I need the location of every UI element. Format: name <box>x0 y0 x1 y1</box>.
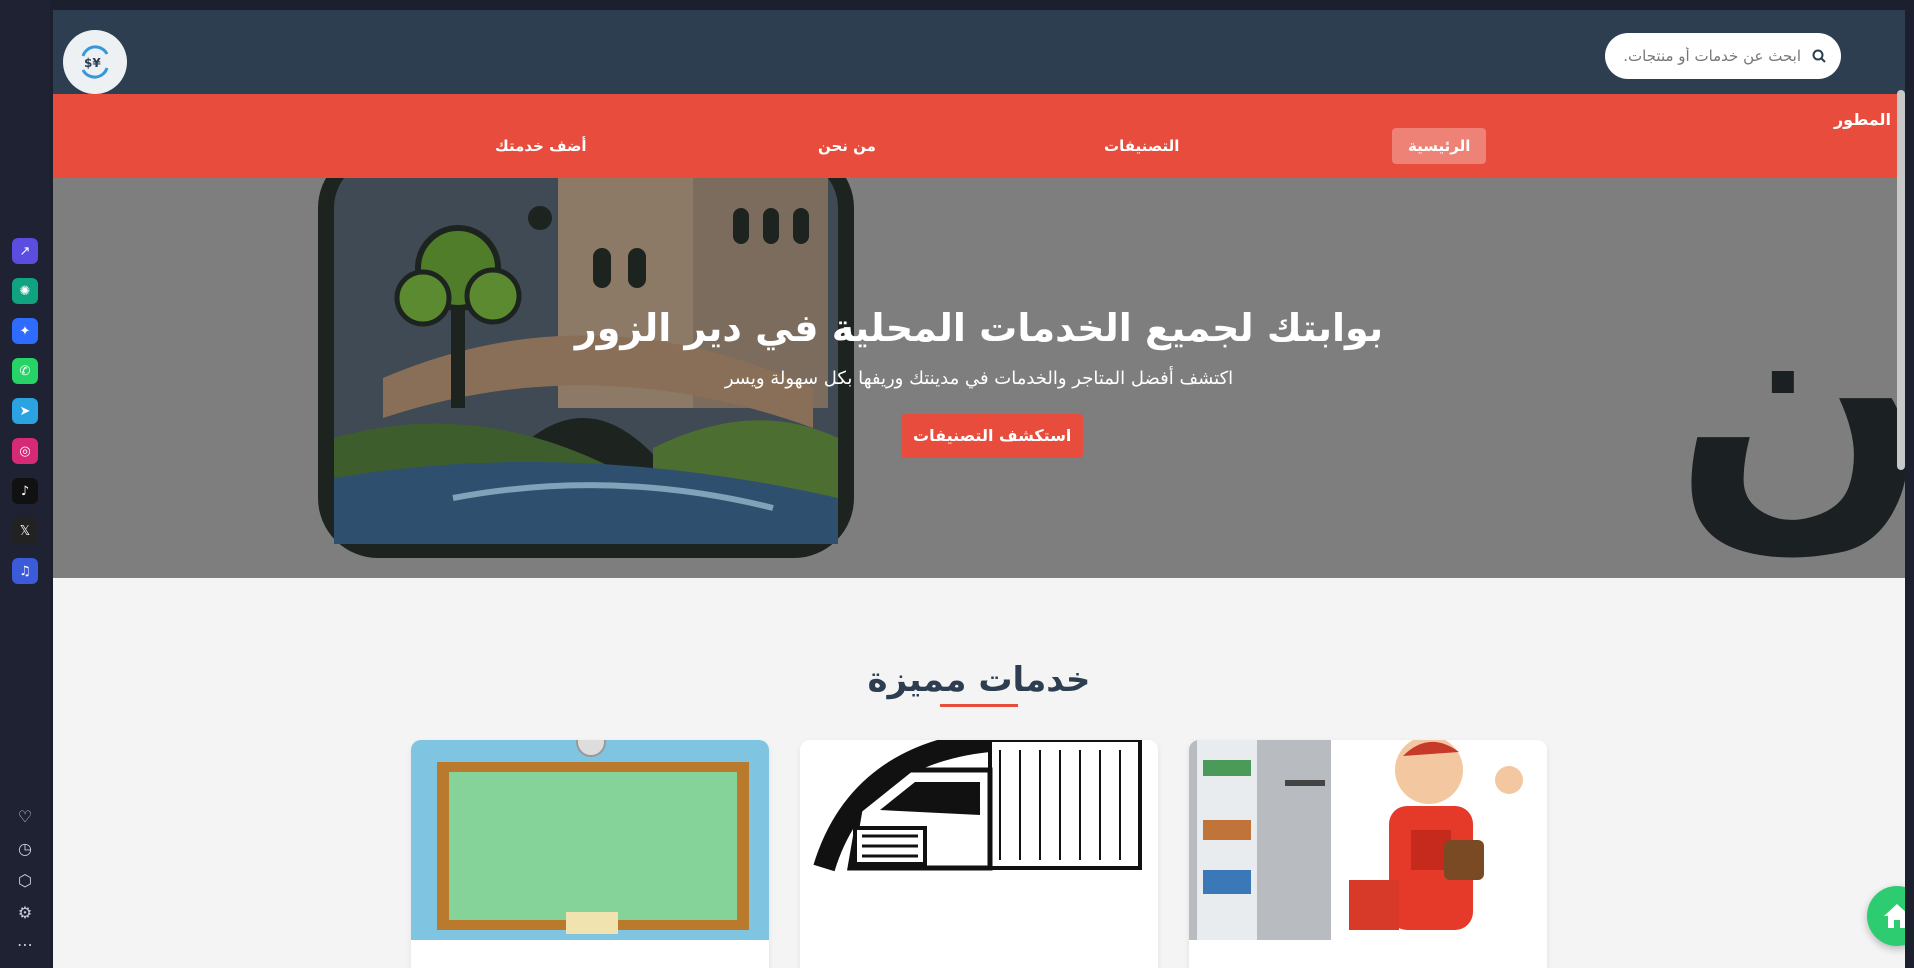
more-icon[interactable]: ⋯ <box>13 932 37 956</box>
svg-text:$¥: $¥ <box>84 56 101 70</box>
x-icon[interactable]: 𝕏 <box>12 518 38 544</box>
search-icon[interactable] <box>1811 48 1827 64</box>
settings-icon[interactable]: ⚙ <box>13 900 37 924</box>
service-card[interactable] <box>800 740 1158 968</box>
messenger-icon[interactable]: ✦ <box>12 318 38 344</box>
web-page: $¥ المطور الرئيسية التصنيفات من نحن أضف … <box>53 10 1905 968</box>
currency-exchange-icon[interactable]: $¥ <box>63 30 127 94</box>
chalkboard-image <box>411 740 769 940</box>
chatgpt-icon[interactable]: ✺ <box>12 278 38 304</box>
search-bar[interactable] <box>1605 33 1841 79</box>
featured-section-title: خدمات مميزة <box>867 660 1091 700</box>
service-card[interactable] <box>411 740 769 968</box>
telegram-icon[interactable]: ➤ <box>12 398 38 424</box>
svg-text:امازون: امازون <box>1673 230 1905 578</box>
home-fab-button[interactable] <box>1867 886 1905 946</box>
music-icon[interactable]: ♫ <box>12 558 38 584</box>
home-icon <box>1884 904 1905 928</box>
heart-icon[interactable]: ♡ <box>13 804 37 828</box>
nav-home[interactable]: الرئيسية <box>1392 128 1487 164</box>
nav-categories[interactable]: التصنيفات <box>1088 128 1195 164</box>
truck-image <box>800 740 1158 940</box>
hero-subtitle: اكتشف أفضل المتاجر والخدمات في مدينتك ور… <box>724 368 1234 389</box>
title-underline <box>940 704 1018 707</box>
box-icon[interactable]: ⬡ <box>13 868 37 892</box>
nav-about[interactable]: من نحن <box>802 128 892 164</box>
instagram-icon[interactable]: ◎ <box>12 438 38 464</box>
hero-section: امازون بوابتك لجميع الخدمات المحلية في د… <box>53 178 1905 578</box>
arc-icon[interactable]: ↗ <box>12 238 38 264</box>
tiktok-icon[interactable]: ♪ <box>12 478 38 504</box>
nav-add-service[interactable]: أضف خدمتك <box>479 128 603 164</box>
explore-categories-button[interactable]: استكشف التصنيفات <box>901 414 1084 458</box>
repairman-image <box>1189 740 1547 940</box>
main-navbar: المطور الرئيسية التصنيفات من نحن أضف خدم… <box>53 94 1905 178</box>
brand-label[interactable]: المطور <box>1834 110 1891 129</box>
service-card[interactable] <box>1189 740 1547 968</box>
history-icon[interactable]: ◷ <box>13 836 37 860</box>
whatsapp-icon[interactable]: ✆ <box>12 358 38 384</box>
browser-sidebar: ↗ ✺ ✦ ✆ ➤ ◎ ♪ 𝕏 ♫ ♡ ◷ ⬡ ⚙ ⋯ <box>0 0 50 968</box>
hero-title: بوابتك لجميع الخدمات المحلية في دير الزو… <box>574 306 1384 350</box>
top-header: $¥ <box>53 10 1905 94</box>
scrollbar[interactable] <box>1897 90 1905 470</box>
search-input[interactable] <box>1621 47 1801 65</box>
